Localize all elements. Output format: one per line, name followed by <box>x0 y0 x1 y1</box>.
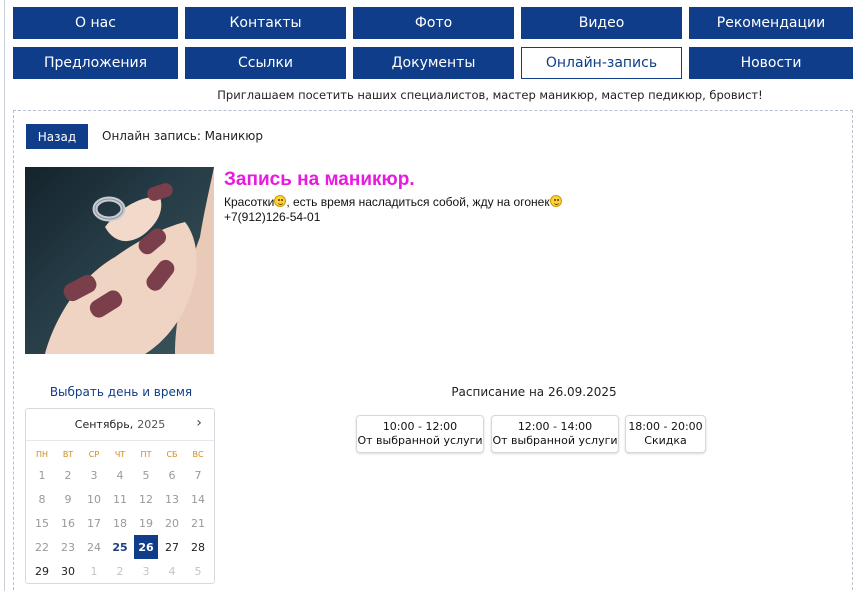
calendar-day: 20 <box>165 516 179 530</box>
calendar-day: 16 <box>61 516 75 530</box>
calendar-day: 7 <box>194 468 202 482</box>
calendar-day: 11 <box>113 492 127 506</box>
booking-panel: Назад Онлайн запись: Маникюр Запись на м… <box>13 110 853 591</box>
schedule-title: Расписание на 26.09.2025 <box>451 385 617 399</box>
nav-row-bottom: Предложения Ссылки Документы Онлайн-запи… <box>13 47 853 79</box>
calendar-day[interactable]: 26 <box>134 535 158 559</box>
weekday-label: СР <box>88 449 100 459</box>
calendar-day: 13 <box>165 492 179 506</box>
nav-links-button[interactable]: Ссылки <box>185 47 346 79</box>
back-button[interactable]: Назад <box>26 124 88 149</box>
slot-time: 18:00 - 20:00 <box>628 420 703 433</box>
nav-documents-button[interactable]: Документы <box>353 47 514 79</box>
nav-video-button[interactable]: Видео <box>521 7 682 39</box>
calendar-day: 8 <box>38 492 46 506</box>
calendar-day[interactable]: 28 <box>186 535 210 559</box>
nav-about-button[interactable]: О нас <box>13 7 178 39</box>
weekday-label: ЧТ <box>114 449 126 459</box>
nav-row-top: О нас Контакты Фото Видео Рекомендации <box>13 7 853 39</box>
calendar-day: 5 <box>194 564 202 578</box>
calendar-day: 19 <box>139 516 153 530</box>
calendar-day: 3 <box>90 468 98 482</box>
weekday-label: ПН <box>35 449 49 459</box>
calendar-year[interactable]: 2025 <box>137 418 165 431</box>
breadcrumb: Онлайн запись: Маникюр <box>102 129 263 143</box>
nav-recommendations-button[interactable]: Рекомендации <box>689 7 853 39</box>
calendar-day: 1 <box>38 468 46 482</box>
calendar-day[interactable]: 29 <box>30 559 54 583</box>
calendar-day: 14 <box>191 492 205 506</box>
slot-note: От выбранной услуги <box>357 434 483 447</box>
manicure-photo <box>25 167 214 354</box>
calendar-day: 17 <box>87 516 101 530</box>
slot-note: Скидка <box>644 434 687 447</box>
time-slot[interactable]: 10:00 - 12:00 От выбранной услуги <box>356 415 484 453</box>
calendar-day: 15 <box>35 516 49 530</box>
calendar-day: 1 <box>90 564 98 578</box>
calendar-month: Сентябрь, <box>74 417 134 431</box>
calendar-day: 3 <box>142 564 150 578</box>
smile-icon <box>274 195 287 207</box>
nav-offers-button[interactable]: Предложения <box>13 47 178 79</box>
nav-photo-button[interactable]: Фото <box>353 7 514 39</box>
time-slot[interactable]: 18:00 - 20:00 Скидка <box>625 415 706 453</box>
calendar-day[interactable]: 25 <box>108 535 132 559</box>
calendar-day[interactable]: 30 <box>56 559 80 583</box>
slot-note: От выбранной услуги <box>492 434 618 447</box>
nav-contacts-button[interactable]: Контакты <box>185 7 346 39</box>
description-start: Красотки <box>224 195 275 209</box>
calendar-day: 18 <box>113 516 127 530</box>
promo-text: Приглашаем посетить наших специалистов, … <box>217 88 763 102</box>
calendar: Сентябрь, 2025 › ПН ВТ СР ЧТ ПТ СБ ВС 1 2 3 4 5 6 7 8 9… <box>25 408 215 584</box>
calendar-day: 4 <box>168 564 176 578</box>
calendar-day: 12 <box>139 492 153 506</box>
pick-date-label: Выбрать день и время <box>49 385 193 399</box>
calendar-day: 9 <box>64 492 72 506</box>
calendar-header: Сентябрь, 2025 <box>26 409 214 439</box>
calendar-divider <box>26 440 214 441</box>
nav-online-booking-button[interactable]: Онлайн-запись <box>521 47 682 79</box>
calendar-day: 6 <box>168 468 176 482</box>
chevron-right-icon[interactable]: › <box>192 415 206 431</box>
calendar-day: 23 <box>61 540 75 554</box>
manicure-photo-icon <box>45 167 214 354</box>
calendar-day: 5 <box>142 468 150 482</box>
calendar-day: 2 <box>64 468 72 482</box>
phone-number: +7(912)126-54-01 <box>224 210 321 224</box>
time-slot[interactable]: 12:00 - 14:00 От выбранной услуги <box>491 415 619 453</box>
service-description: Красотки , есть время насладиться собой, … <box>224 195 562 209</box>
calendar-day: 10 <box>87 492 101 506</box>
weekday-label: ВТ <box>62 449 74 459</box>
left-divider <box>4 0 5 591</box>
calendar-day: 22 <box>35 540 49 554</box>
calendar-day: 4 <box>116 468 124 482</box>
calendar-day[interactable]: 27 <box>160 535 184 559</box>
nav-news-button[interactable]: Новости <box>689 47 853 79</box>
calendar-day: 21 <box>191 516 205 530</box>
description-end: , есть время насладиться собой, жду на о… <box>286 195 550 209</box>
slot-time: 10:00 - 12:00 <box>382 420 458 433</box>
service-title: Запись на маникюр. <box>224 169 415 190</box>
weekday-label: СБ <box>166 449 178 459</box>
weekday-label: ПТ <box>140 449 152 459</box>
weekday-label: ВС <box>192 449 204 459</box>
slot-time: 12:00 - 14:00 <box>517 420 593 433</box>
smile-icon <box>549 195 562 207</box>
calendar-day: 2 <box>116 564 124 578</box>
calendar-day: 24 <box>87 540 101 554</box>
